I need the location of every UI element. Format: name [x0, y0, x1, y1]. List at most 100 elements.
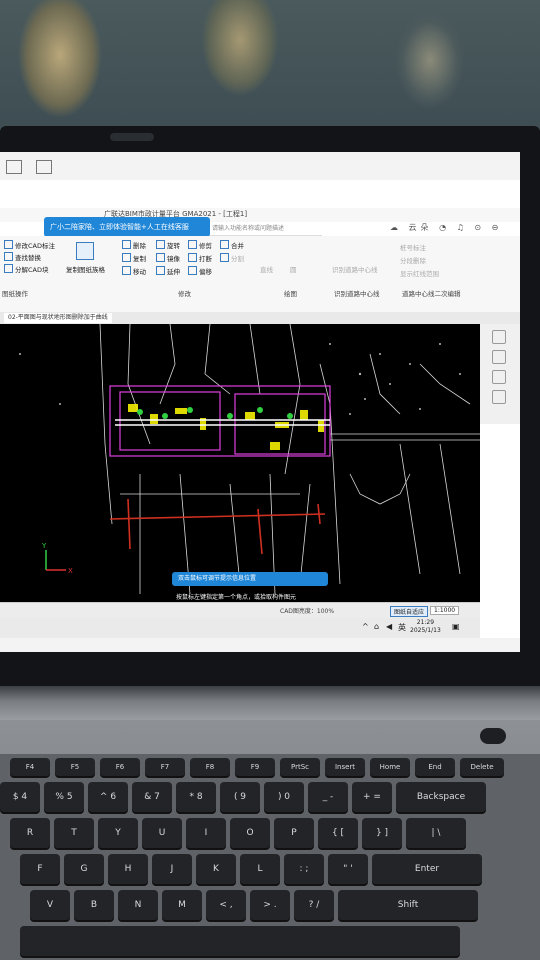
scale-select[interactable]: 1:1000	[430, 606, 460, 615]
key[interactable]: _ -	[308, 782, 348, 812]
trim-icon	[188, 240, 197, 249]
tray-ime-label[interactable]: 英	[398, 622, 406, 633]
modify-tool-trim[interactable]: 修剪	[188, 240, 212, 250]
document-tab[interactable]: 02-平面图与现状地形图删除加于曲线	[4, 313, 112, 323]
key[interactable]: ? /	[294, 890, 334, 920]
key[interactable]: M	[162, 890, 202, 920]
key[interactable]: N	[118, 890, 158, 920]
search-input[interactable]: 请输入功能名称或问题描述	[210, 222, 322, 236]
quick-access-icon[interactable]	[6, 160, 22, 174]
key[interactable]: ( 9	[220, 782, 260, 812]
cloud-label[interactable]: 云朵	[409, 223, 433, 232]
modify-tool-break[interactable]: 打断	[188, 253, 212, 263]
modify-tool-move[interactable]: 移动	[122, 266, 146, 276]
key[interactable]: & 7	[132, 782, 172, 812]
modify-tool-extend[interactable]: 延伸	[156, 266, 180, 276]
modify-tool-delete[interactable]: 删除	[122, 240, 146, 250]
key[interactable]: L	[240, 854, 280, 884]
station-label-tool[interactable]: 桩号标注	[400, 242, 426, 252]
key[interactable]: R	[10, 818, 50, 848]
key[interactable]: End	[415, 758, 455, 776]
key[interactable]: " '	[328, 854, 368, 884]
key[interactable]: V	[30, 890, 70, 920]
cad-canvas[interactable]: Y X	[0, 324, 480, 602]
key[interactable]: > .	[250, 890, 290, 920]
view-cube-icon[interactable]	[492, 330, 506, 344]
modify-tool-merge[interactable]: 合并	[220, 240, 244, 250]
key[interactable]: F	[20, 854, 60, 884]
key[interactable]: Y	[98, 818, 138, 848]
ribbon-group-label: 道路中心线二次编辑	[402, 290, 461, 298]
key[interactable]: F6	[100, 758, 140, 776]
draw-line-tool[interactable]: 直线	[260, 264, 273, 274]
notification-icon[interactable]: ▣	[452, 622, 460, 631]
fit-drawing-button[interactable]: 图纸自适应	[390, 606, 429, 617]
key[interactable]: Home	[370, 758, 410, 776]
key[interactable]: F4	[10, 758, 50, 776]
copy-table-button[interactable]: 复制图纸族格	[66, 264, 105, 274]
key[interactable]: P	[274, 818, 314, 848]
explode-block-icon	[4, 264, 13, 273]
key[interactable]: % 5	[44, 782, 84, 812]
key[interactable]: F9	[235, 758, 275, 776]
backspace-key[interactable]: Backspace	[396, 782, 486, 812]
show-redline-tool[interactable]: 显示红线范围	[400, 268, 439, 278]
space-bar[interactable]	[20, 926, 460, 956]
key[interactable]: < ,	[206, 890, 246, 920]
cad-brightness-label[interactable]: CAD图亮度：100%	[280, 606, 334, 615]
key[interactable]: + =	[352, 782, 392, 812]
key[interactable]: F8	[190, 758, 230, 776]
ucs-axis-icon: Y X	[41, 542, 73, 575]
key[interactable]: O	[230, 818, 270, 848]
key[interactable]: B	[74, 890, 114, 920]
modify-tool-offset[interactable]: 偏移	[188, 266, 212, 276]
key[interactable]: * 8	[176, 782, 216, 812]
key[interactable]: F5	[55, 758, 95, 776]
key[interactable]: | \	[406, 818, 466, 848]
key[interactable]: H	[108, 854, 148, 884]
key[interactable]: J	[152, 854, 192, 884]
tray-network-icon[interactable]: ⌂	[374, 622, 379, 631]
copy-table-icon[interactable]	[76, 242, 94, 260]
save-icon[interactable]	[36, 160, 52, 174]
key[interactable]: F7	[145, 758, 185, 776]
key[interactable]: K	[196, 854, 236, 884]
key[interactable]: } ]	[362, 818, 402, 848]
key[interactable]: G	[64, 854, 104, 884]
key[interactable]: Delete	[460, 758, 504, 776]
key[interactable]: PrtSc	[280, 758, 320, 776]
segment-delete-tool[interactable]: 分段删除	[400, 255, 426, 265]
key[interactable]: Insert	[325, 758, 365, 776]
clock-time: 21:29	[416, 619, 435, 626]
key[interactable]: $ 4	[0, 782, 40, 812]
draw-circle-tool[interactable]: 圆	[290, 264, 297, 274]
identify-road-center-button[interactable]: 识别道路中心线	[332, 264, 378, 274]
modify-tool-mirror[interactable]: 镜像	[156, 253, 180, 263]
key[interactable]: T	[54, 818, 94, 848]
modify-tool-rotate[interactable]: 旋转	[156, 240, 180, 250]
tray-clock[interactable]: 21:29 2025/1/13	[410, 619, 441, 635]
top-right-toolbar[interactable]: ☁ 云朵 ◔ ♫ ⊙ ⊖	[390, 222, 502, 233]
view-3d-icon[interactable]	[492, 350, 506, 364]
command-hint: 按鼠标左键指定第一个角点，或拾取构件图元	[176, 594, 297, 601]
power-button[interactable]	[480, 728, 506, 744]
view-cube-panel[interactable]	[480, 324, 520, 424]
view-layer-icon[interactable]	[492, 370, 506, 384]
ribbon-left-item[interactable]: 分解CAD块	[4, 264, 49, 274]
view-settings-icon[interactable]	[492, 390, 506, 404]
enter-key[interactable]: Enter	[372, 854, 482, 884]
key[interactable]: ^ 6	[88, 782, 128, 812]
modify-tool-copy[interactable]: 复制	[122, 253, 146, 263]
key[interactable]: I	[186, 818, 226, 848]
key[interactable]: U	[142, 818, 182, 848]
modify-tool-split[interactable]: 分割	[220, 253, 244, 263]
promo-banner[interactable]: 广小二陪家陪、立即体验智能+人工在线客服	[44, 217, 210, 237]
ribbon-left-item[interactable]: 修改CAD标注	[4, 240, 55, 250]
key[interactable]: { [	[318, 818, 358, 848]
key[interactable]: : ;	[284, 854, 324, 884]
tray-chevron-icon[interactable]: ^	[362, 622, 369, 631]
ribbon-left-item[interactable]: 查找替换	[4, 252, 41, 262]
tray-volume-icon[interactable]: ◀	[386, 622, 392, 631]
shift-key[interactable]: Shift	[338, 890, 478, 920]
key[interactable]: ) 0	[264, 782, 304, 812]
